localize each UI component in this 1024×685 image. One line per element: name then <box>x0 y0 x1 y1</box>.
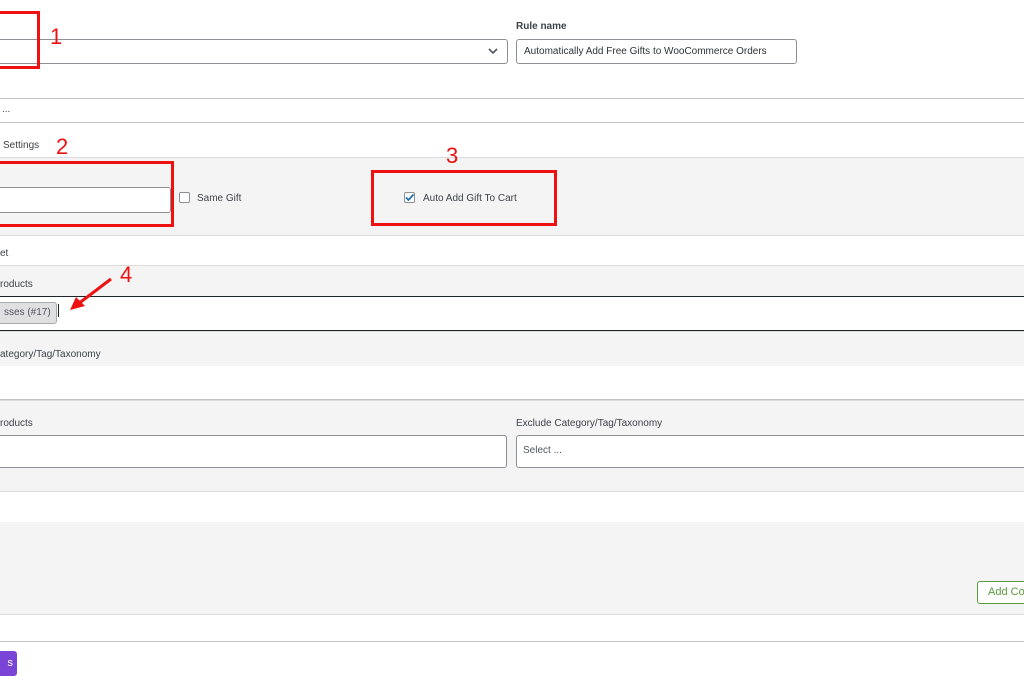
products-band <box>0 265 1024 297</box>
exclude-category-select[interactable]: Select ... <box>516 435 1024 468</box>
target-label: et <box>0 248 9 259</box>
category-select[interactable] <box>0 366 1024 400</box>
save-button[interactable]: s <box>0 651 17 676</box>
add-condition-button[interactable]: Add Co <box>977 581 1024 604</box>
selected-product-text: sses (#17) <box>4 307 51 318</box>
rule-name-value: Automatically Add Free Gifts to WooComme… <box>524 46 767 57</box>
annotation-number-3: 3 <box>446 143 459 168</box>
products-label: roducts <box>0 279 33 290</box>
save-button-label: s <box>7 657 14 669</box>
annotation-arrow-icon <box>70 277 112 310</box>
annotation-number-1: 1 <box>50 24 63 49</box>
text-cursor <box>58 304 59 317</box>
divider <box>0 98 1024 99</box>
exclude-category-label: Exclude Category/Tag/Taxonomy <box>516 418 663 429</box>
annotation-box-2 <box>0 161 174 227</box>
exclude-category-placeholder: Select ... <box>523 445 562 456</box>
exclude-products-label: roducts <box>0 418 33 429</box>
divider <box>0 122 1024 123</box>
add-condition-label: Add Co <box>988 586 1024 598</box>
annotation-box-1 <box>0 11 40 69</box>
chevron-down-icon <box>487 45 499 60</box>
same-gift-checkbox[interactable] <box>179 192 190 203</box>
conditions-band <box>0 522 1024 614</box>
products-select[interactable]: sses (#17) <box>0 296 1024 331</box>
annotation-number-2: 2 <box>56 134 69 159</box>
annotation-number-4: 4 <box>120 262 133 287</box>
collapsed-row-text: ... <box>2 104 11 115</box>
category-label: ategory/Tag/Taxonomy <box>0 349 101 360</box>
divider <box>0 235 1024 236</box>
selected-product-tag[interactable]: sses (#17) <box>0 302 57 324</box>
rule-type-select[interactable] <box>0 39 508 64</box>
footer-row <box>0 614 1024 642</box>
empty-row <box>0 491 1024 523</box>
rule-name-input[interactable]: Automatically Add Free Gifts to WooComme… <box>516 39 797 64</box>
category-band <box>0 331 1024 367</box>
annotation-box-3 <box>371 170 557 226</box>
exclude-products-select[interactable] <box>0 435 507 468</box>
same-gift-label: Same Gift <box>197 193 242 204</box>
rule-name-label: Rule name <box>516 21 567 32</box>
settings-section-label: Settings <box>3 140 40 151</box>
